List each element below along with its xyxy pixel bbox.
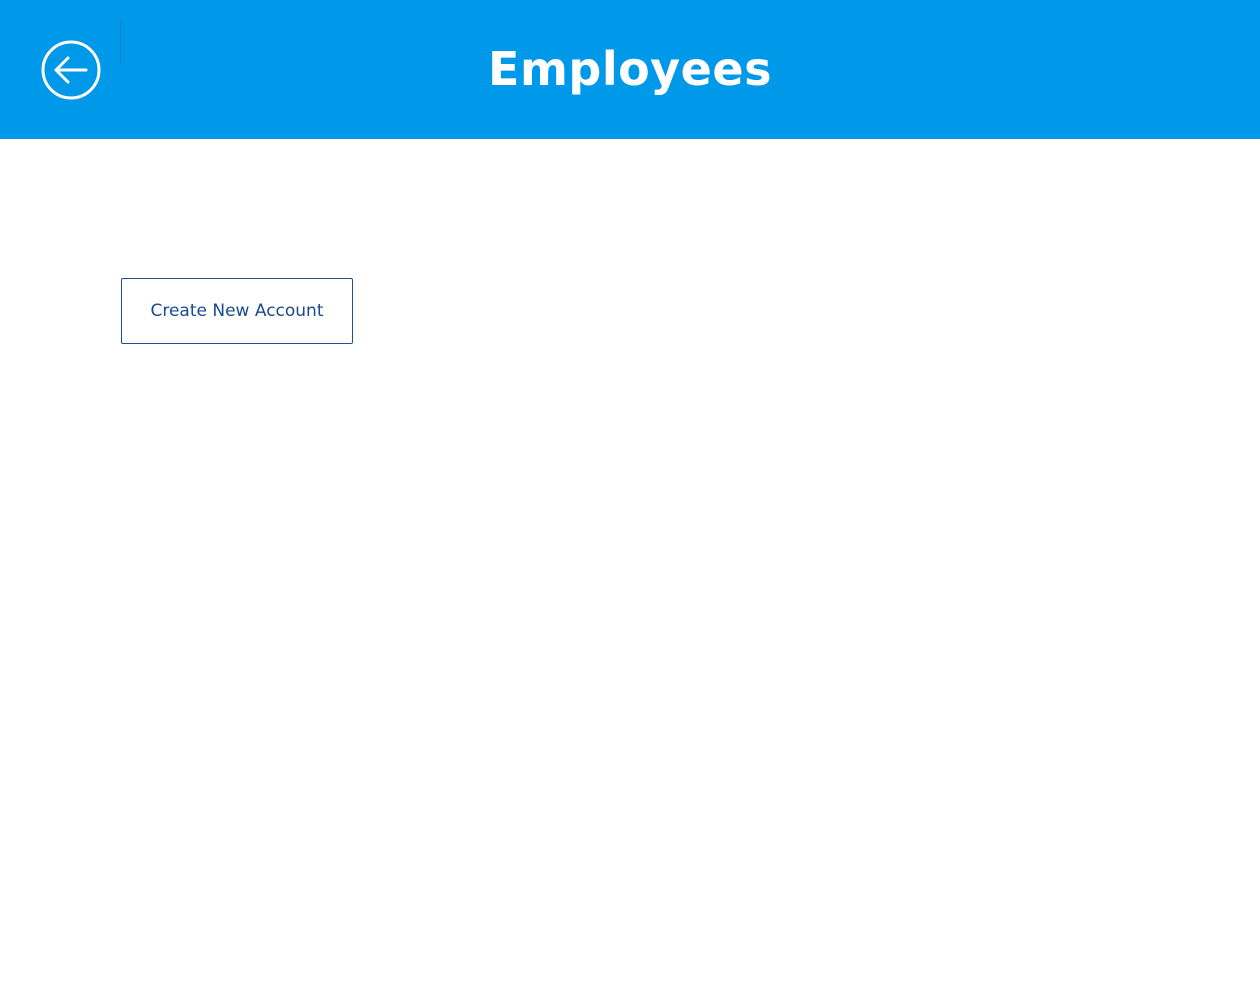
- page-title: Employees: [488, 42, 772, 96]
- app-header: Employees: [0, 0, 1260, 139]
- create-new-account-button[interactable]: Create New Account: [121, 278, 353, 344]
